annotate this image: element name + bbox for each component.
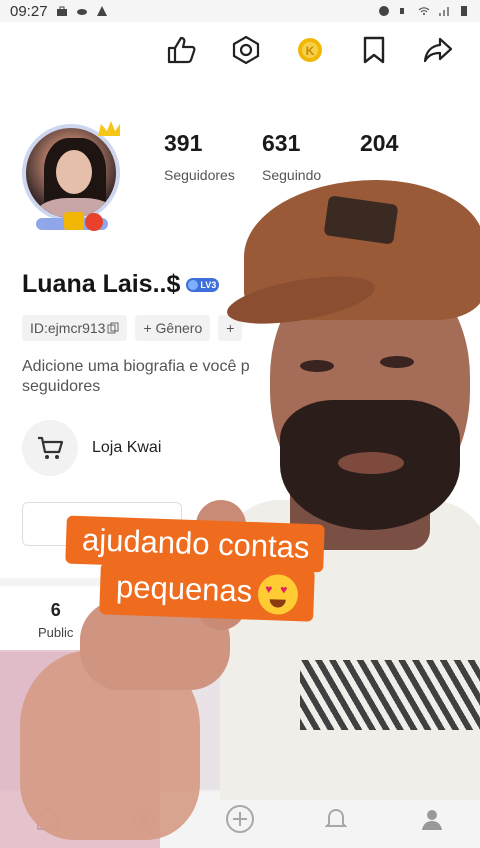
battery-icon (461, 6, 467, 16)
bookmark-icon[interactable] (356, 32, 392, 68)
profile-chips: ID:ejmcr913 + Gênero + (22, 315, 243, 341)
overlay-person (220, 170, 480, 800)
heart-eyes-emoji-icon: ♥ ♥ (257, 573, 299, 616)
alarm-icon (379, 6, 389, 16)
video-caption: ajudando contas pequenas ♥ ♥ (65, 515, 422, 622)
shop-label: Loja Kwai (92, 439, 162, 456)
bag-icon (56, 6, 67, 16)
user-id-text: ID:ejmcr913 (30, 320, 106, 336)
share-arrow-icon[interactable] (420, 32, 456, 68)
copy-icon (107, 322, 119, 334)
caption-line-2: pequenas ♥ ♥ (99, 562, 316, 622)
thumbs-up-icon[interactable] (164, 32, 200, 68)
gender-chip[interactable]: + Gênero (135, 315, 211, 341)
warning-icon (96, 6, 107, 16)
profile-name: Luana Lais..$ (22, 270, 181, 298)
bell-icon[interactable] (319, 802, 353, 836)
profile-top-actions: K (150, 30, 470, 70)
svg-text:K: K (306, 44, 315, 58)
mute-icon (400, 8, 404, 14)
wifi-icon (418, 7, 430, 15)
profile-icon[interactable] (415, 802, 449, 836)
settings-hexagon-icon[interactable] (228, 32, 264, 68)
followers-count: 391 (164, 130, 203, 156)
status-time: 09:27 (10, 2, 48, 20)
signal-icon (439, 7, 449, 16)
avatar-badge-icon (36, 212, 108, 231)
avatar[interactable] (18, 120, 124, 231)
coin-icon[interactable]: K (292, 32, 328, 68)
likes-count: 204 (360, 130, 399, 156)
level-gem-icon (188, 279, 199, 290)
level-label: LV3 (200, 279, 217, 290)
following-count: 631 (262, 130, 301, 156)
status-bar: 09:27 (0, 0, 480, 22)
user-id-chip[interactable]: ID:ejmcr913 (22, 315, 128, 341)
level-badge[interactable]: LV3 (186, 277, 220, 292)
cart-icon (22, 420, 78, 476)
cloud-icon (76, 9, 87, 15)
profile-name-row: Luana Lais..$ LV3 (22, 270, 220, 299)
crown-icon (98, 121, 120, 136)
caption-line-2-text: pequenas (115, 569, 253, 609)
shop-entry[interactable]: Loja Kwai (22, 420, 161, 476)
